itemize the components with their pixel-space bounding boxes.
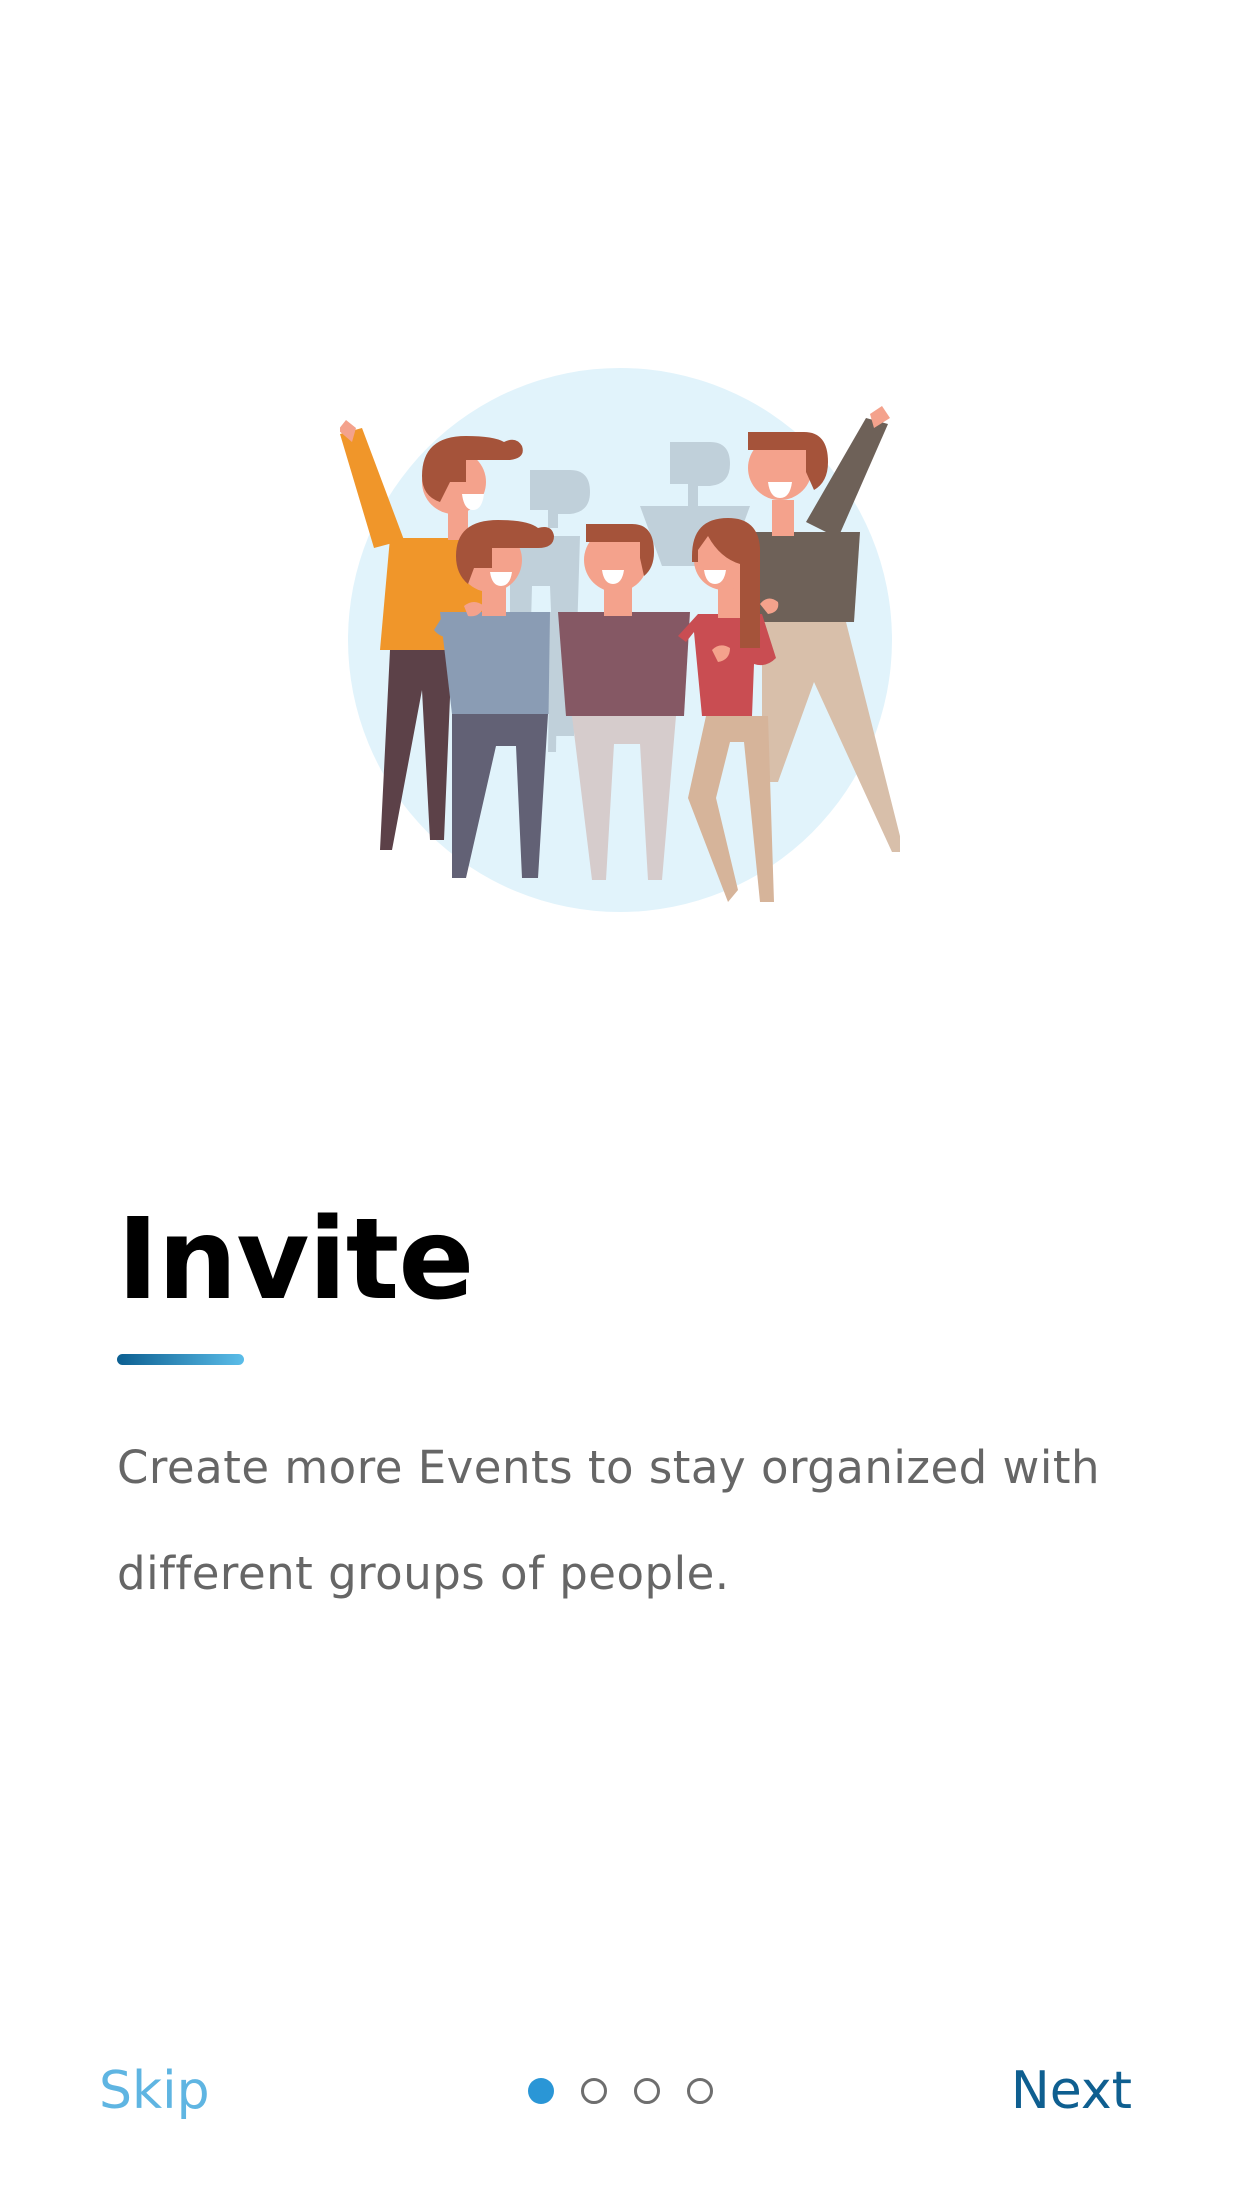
next-button[interactable]: Next xyxy=(1011,2056,1132,2126)
friends-illustration-graphic xyxy=(340,368,900,912)
onboarding-description: Create more Events to stay organized wit… xyxy=(117,1441,1100,1600)
page-dot-4[interactable] xyxy=(687,2078,713,2104)
onboarding-footer: Skip Next xyxy=(0,2040,1242,2140)
group-of-friends-illustration xyxy=(340,360,900,920)
page-dot-3[interactable] xyxy=(634,2078,660,2104)
skip-button[interactable]: Skip xyxy=(99,2056,210,2126)
page-indicator xyxy=(528,2077,713,2105)
page-dot-1-active[interactable] xyxy=(528,2078,554,2104)
page-dot-2[interactable] xyxy=(581,2078,607,2104)
title-accent-underline xyxy=(117,1354,244,1365)
page-title: Invite xyxy=(117,1195,474,1325)
